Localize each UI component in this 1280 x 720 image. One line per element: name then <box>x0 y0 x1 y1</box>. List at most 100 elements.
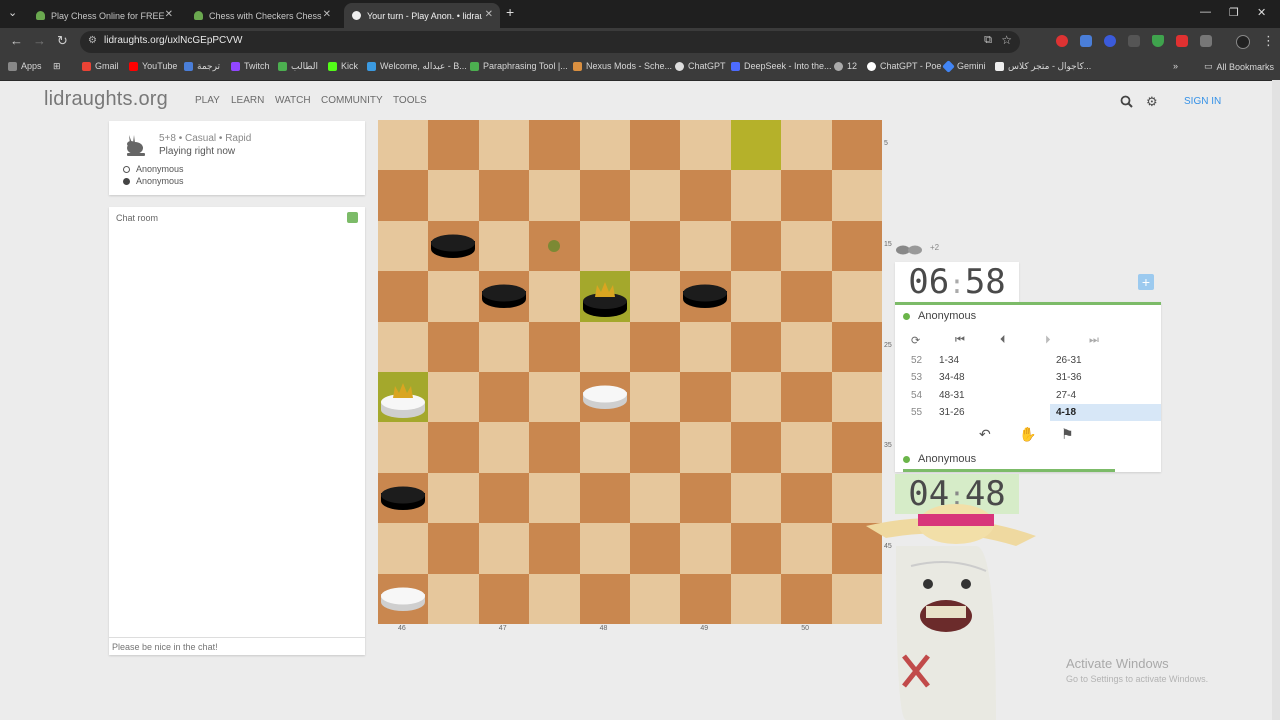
bookmark-chatgpt[interactable]: ChatGPT <box>675 61 726 71</box>
board-square[interactable] <box>428 523 479 574</box>
board-square[interactable] <box>630 220 681 272</box>
next-move-icon[interactable]: ⏵ <box>1045 334 1051 347</box>
site-logo[interactable]: lidraughts.org <box>44 88 168 111</box>
browser-menu-icon[interactable]: ⋮ <box>1262 33 1275 49</box>
player-white[interactable]: Anonymous <box>123 164 184 174</box>
board-square[interactable] <box>680 170 731 221</box>
extension-translate-icon[interactable] <box>1080 35 1092 47</box>
restore-icon[interactable]: ❐ <box>1229 6 1239 19</box>
close-tab-icon[interactable]: ✕ <box>485 9 493 20</box>
extension-record-icon[interactable] <box>1056 35 1068 47</box>
bookmark-gemini[interactable]: Gemini <box>942 59 986 73</box>
board-square[interactable] <box>730 120 782 171</box>
white-move[interactable]: 31-26 <box>939 407 1039 422</box>
white-king-piece[interactable] <box>380 378 426 418</box>
close-tab-icon[interactable]: ✕ <box>323 9 331 20</box>
board-square[interactable] <box>730 321 782 372</box>
board-square[interactable] <box>630 120 681 171</box>
board-square[interactable] <box>831 120 882 171</box>
close-tab-icon[interactable]: ✕ <box>165 9 173 20</box>
board-square[interactable] <box>529 422 580 473</box>
draw-offer-icon[interactable]: ✋ <box>1019 426 1036 443</box>
board-square[interactable] <box>680 372 731 423</box>
black-man-piece[interactable] <box>430 234 476 260</box>
bookmark-nexus[interactable]: Nexus Mods - Sche... <box>573 61 672 71</box>
prev-move-icon[interactable]: ⏴ <box>1000 334 1006 347</box>
bookmark-student[interactable]: الطالب <box>278 61 318 72</box>
opponent-name[interactable]: Anonymous <box>903 310 976 322</box>
white-move[interactable]: 1-34 <box>939 355 1039 370</box>
bookmark-paraphrasing[interactable]: Paraphrasing Tool |... <box>470 61 568 71</box>
white-move[interactable]: 48-31 <box>939 390 1039 405</box>
reload-icon[interactable]: ↻ <box>57 33 68 49</box>
white-move[interactable]: 34-48 <box>939 372 1039 387</box>
chat-toggle[interactable] <box>347 212 358 223</box>
board-square[interactable] <box>529 321 580 372</box>
board-square[interactable] <box>428 321 479 372</box>
takeback-icon[interactable]: ↶ <box>979 426 991 443</box>
board-square[interactable] <box>378 170 429 221</box>
bookmark-casual-store[interactable]: كاجوال - متجر كلاس... <box>995 61 1091 72</box>
extensions-puzzle-icon[interactable] <box>1200 35 1212 47</box>
my-name[interactable]: Anonymous <box>903 453 976 465</box>
board-square[interactable] <box>630 523 681 574</box>
black-man-piece[interactable] <box>682 284 728 310</box>
board-square[interactable] <box>579 170 630 221</box>
bookmark-kick[interactable]: Kick <box>328 61 358 71</box>
tab-chess-online[interactable]: Play Chess Online for FREE - 2 P ✕ <box>28 3 180 28</box>
board-square[interactable] <box>428 422 479 473</box>
add-time-button[interactable]: + <box>1138 274 1154 290</box>
profile-avatar-icon[interactable] <box>1236 35 1250 49</box>
bookmark-translate[interactable]: ترجمة <box>184 61 220 72</box>
settings-gear-icon[interactable]: ⚙ <box>1146 94 1158 110</box>
first-move-icon[interactable]: ⏮ <box>955 334 965 347</box>
site-info-icon[interactable]: ⚙ <box>88 35 97 46</box>
black-move[interactable]: 27-4 <box>1050 387 1161 404</box>
nav-tools[interactable]: TOOLS <box>393 95 427 106</box>
board-square[interactable] <box>680 472 731 524</box>
sign-in-link[interactable]: SIGN IN <box>1184 96 1221 107</box>
bookmark-12[interactable]: 12 <box>834 61 857 71</box>
bookmark-deepseek[interactable]: DeepSeek - Into the... <box>731 61 832 71</box>
white-man-piece[interactable] <box>582 385 628 411</box>
bookmark-welcome[interactable]: Welcome, عبداله - B... <box>367 61 467 72</box>
extension-shield-icon[interactable] <box>1152 35 1164 47</box>
minimize-icon[interactable]: — <box>1200 6 1211 18</box>
address-bar[interactable]: ⚙ lidraughts.org/uxlNcGEpPCVW ⧉ ☆ <box>80 31 1020 53</box>
board-square[interactable] <box>579 472 630 524</box>
board-square[interactable] <box>579 573 630 624</box>
board-square[interactable] <box>478 472 530 524</box>
flip-board-icon[interactable]: ⟳ <box>911 334 920 347</box>
extension-info-icon[interactable] <box>1128 35 1140 47</box>
board-square[interactable] <box>781 271 832 322</box>
board-square[interactable] <box>378 271 429 322</box>
board-square[interactable] <box>478 170 530 221</box>
bookmark-gmail[interactable]: Gmail <box>82 61 119 71</box>
board-square[interactable] <box>680 573 731 624</box>
black-move[interactable]: 26-31 <box>1050 352 1161 369</box>
tab-lidraughts[interactable]: Your turn - Play Anon. • lidraugh ✕ <box>344 3 500 28</box>
nav-watch[interactable]: WATCH <box>275 95 311 106</box>
close-window-icon[interactable]: ✕ <box>1257 6 1266 19</box>
board-square[interactable] <box>831 220 882 272</box>
tab-chess-checkers[interactable]: Chess with Checkers Chess - M ✕ <box>186 3 338 28</box>
nav-play[interactable]: PLAY <box>195 95 220 106</box>
nav-learn[interactable]: LEARN <box>231 95 264 106</box>
chat-input[interactable] <box>109 637 365 655</box>
draughts-board[interactable] <box>378 120 882 624</box>
player-black[interactable]: Anonymous <box>123 176 184 186</box>
black-move[interactable]: 31-36 <box>1050 369 1161 386</box>
back-icon[interactable]: ← <box>10 33 23 48</box>
board-square[interactable] <box>831 422 882 473</box>
bookmark-apps-grid[interactable]: ⊞ <box>53 61 61 72</box>
bookmark-apps[interactable]: Apps <box>8 61 42 71</box>
board-square[interactable] <box>730 523 782 574</box>
page-scrollbar[interactable] <box>1272 80 1280 720</box>
board-square[interactable] <box>781 372 832 423</box>
black-man-piece[interactable] <box>481 284 527 310</box>
forward-icon[interactable]: → <box>33 33 46 48</box>
board-square[interactable] <box>529 120 580 171</box>
board-square[interactable] <box>730 422 782 473</box>
extension-audio-icon[interactable] <box>1104 35 1116 47</box>
board-square[interactable] <box>630 422 681 473</box>
